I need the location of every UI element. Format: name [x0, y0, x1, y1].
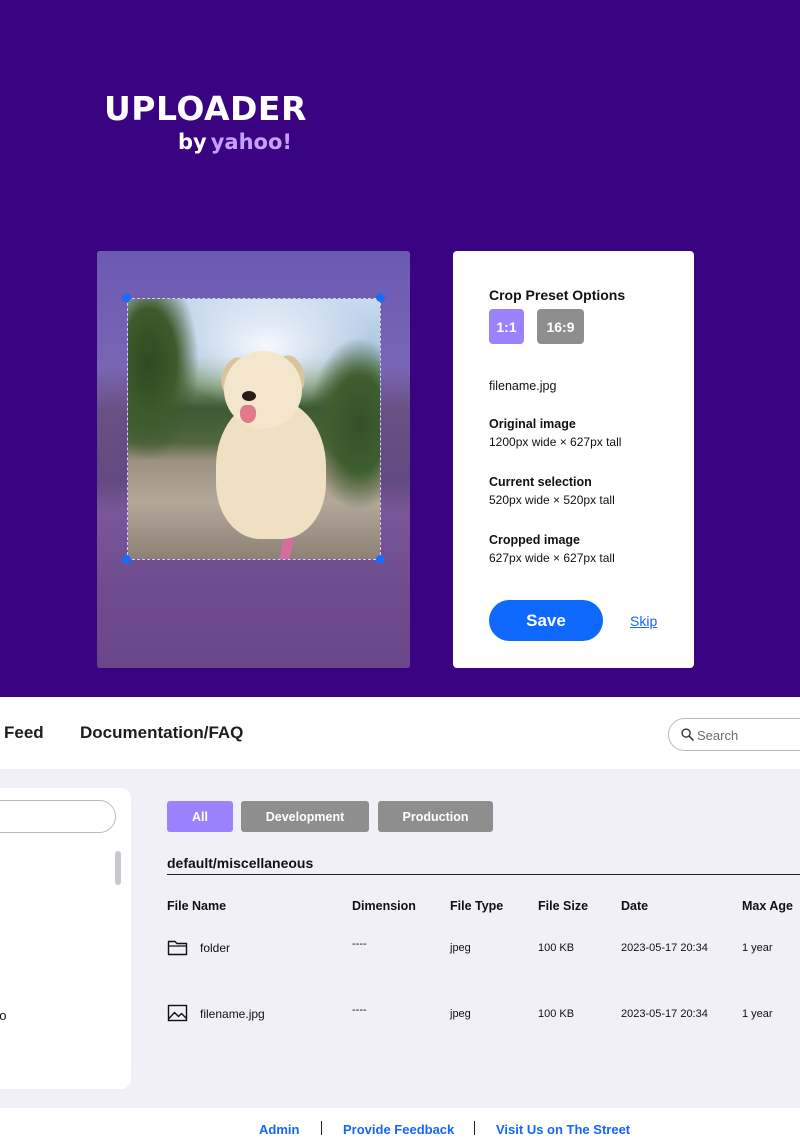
logo-byline: by yahoo!	[178, 132, 292, 153]
image-icon	[167, 1004, 188, 1022]
column-header-dimension[interactable]: Dimension	[352, 899, 416, 913]
sidebar-item-label[interactable]: oo	[0, 1008, 6, 1023]
dimension-cell: ----	[352, 1004, 367, 1016]
column-header-file-name[interactable]: File Name	[167, 899, 226, 913]
date-cell: 2023-05-17 20:34	[621, 942, 708, 954]
top-navigation: Feed Documentation/FAQ	[0, 697, 800, 769]
cropped-image-stat: Cropped image 627px wide × 627px tall	[489, 533, 615, 565]
skip-link[interactable]: Skip	[630, 613, 657, 629]
column-header-max-age[interactable]: Max Age	[742, 899, 793, 913]
footer-link-provide-feedback[interactable]: Provide Feedback	[343, 1122, 454, 1137]
sidebar-search-input[interactable]	[0, 800, 116, 833]
filter-all-button[interactable]: All	[167, 801, 233, 832]
logo-yahoo: yahoo!	[210, 130, 292, 154]
current-selection-label: Current selection	[489, 475, 592, 489]
date-cell: 2023-05-17 20:34	[621, 1008, 708, 1020]
file-size-cell: 100 KB	[538, 1008, 575, 1020]
crop-handle-bottom-right[interactable]	[376, 555, 385, 564]
footer-link-admin[interactable]: Admin	[259, 1122, 299, 1137]
original-image-label: Original image	[489, 417, 576, 431]
file-type-cell: jpeg	[450, 942, 471, 954]
search-icon	[681, 728, 694, 741]
logo-by: by	[178, 130, 207, 154]
column-header-file-type[interactable]: File Type	[450, 899, 503, 913]
table-row[interactable]: folder ---- jpeg 100 KB 2023-05-17 20:34…	[167, 934, 800, 964]
search-box[interactable]	[668, 718, 800, 751]
cropped-image-value: 627px wide × 627px tall	[489, 551, 615, 565]
preset-1-1-button[interactable]: 1:1	[489, 309, 524, 344]
footer-separator	[321, 1121, 322, 1135]
uploader-logo: UPLOADER by yahoo!	[104, 89, 307, 153]
path-divider	[167, 874, 800, 875]
crop-info-card: Crop Preset Options 1:1 16:9 filename.jp…	[453, 251, 694, 668]
cropped-image-label: Cropped image	[489, 533, 580, 547]
crop-preset-title: Crop Preset Options	[489, 287, 626, 303]
crop-filename: filename.jpg	[489, 379, 557, 393]
current-selection-value: 520px wide × 520px tall	[489, 493, 615, 507]
photo-tree-left	[128, 299, 198, 459]
file-type-cell: jpeg	[450, 1008, 471, 1020]
photo-dog-nose	[242, 391, 256, 401]
sidebar-scrollbar[interactable]	[115, 851, 121, 885]
current-path: default/miscellaneous	[167, 855, 314, 871]
original-image-value: 1200px wide × 627px tall	[489, 435, 622, 449]
column-header-file-size[interactable]: File Size	[538, 899, 588, 913]
search-input[interactable]	[697, 725, 800, 745]
nav-feed[interactable]: Feed	[4, 723, 44, 743]
save-button[interactable]: Save	[489, 600, 603, 641]
filter-development-button[interactable]: Development	[241, 801, 369, 832]
footer-separator	[474, 1121, 475, 1135]
crop-handle-top-left[interactable]	[122, 293, 131, 302]
crop-handle-bottom-left[interactable]	[122, 555, 131, 564]
preset-16-9-button[interactable]: 16:9	[537, 309, 584, 344]
file-size-cell: 100 KB	[538, 942, 575, 954]
column-header-date[interactable]: Date	[621, 899, 648, 913]
original-image-stat: Original image 1200px wide × 627px tall	[489, 417, 621, 449]
uploader-hero: UPLOADER by yahoo! Crop Preset Options 1:…	[0, 0, 800, 697]
footer-link-visit-street[interactable]: Visit Us on The Street	[496, 1122, 630, 1137]
photo-dog-tongue	[240, 405, 256, 423]
dimension-cell: ----	[352, 938, 367, 950]
crop-selection-box[interactable]	[127, 298, 381, 560]
nav-documentation-faq[interactable]: Documentation/FAQ	[80, 723, 243, 743]
folder-sidebar: oo	[0, 788, 131, 1089]
photo-dog-head	[224, 351, 302, 429]
footer: Admin Provide Feedback Visit Us on The S…	[0, 1108, 800, 1147]
logo-wordmark: UPLOADER	[104, 89, 307, 128]
table-row[interactable]: filename.jpg ---- jpeg 100 KB 2023-05-17…	[167, 1000, 800, 1030]
folder-icon	[167, 940, 188, 956]
crop-handle-top-right[interactable]	[376, 293, 385, 302]
file-name-cell: folder	[200, 941, 231, 955]
max-age-cell: 1 year	[742, 942, 773, 954]
file-name-cell: filename.jpg	[200, 1007, 265, 1021]
max-age-cell: 1 year	[742, 1008, 773, 1020]
current-selection-stat: Current selection 520px wide × 520px tal…	[489, 475, 615, 507]
crop-canvas[interactable]	[97, 251, 410, 668]
filter-production-button[interactable]: Production	[378, 801, 493, 832]
